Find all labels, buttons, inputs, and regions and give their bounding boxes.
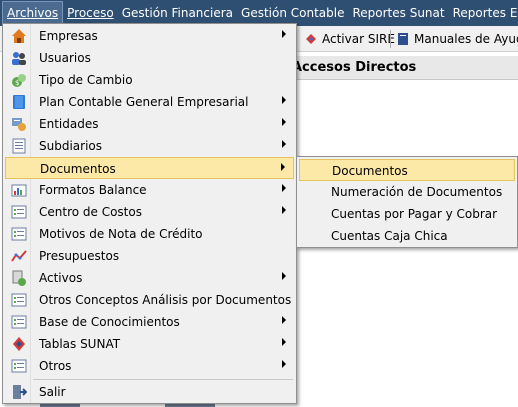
submenu-item-documentos[interactable]: Documentos xyxy=(299,159,515,181)
menu-reportes-sunat[interactable]: Reportes Sunat xyxy=(348,1,448,25)
submenu-item-cuentas-caja-chica[interactable]: Cuentas Caja Chica xyxy=(299,225,515,247)
menu-separator xyxy=(33,379,293,380)
submenu-arrow-icon xyxy=(282,30,286,38)
documentos-submenu: Documentos Numeración de Documentos Cuen… xyxy=(296,156,518,248)
submenu-arrow-icon xyxy=(282,118,286,126)
menu-gestion-financiera[interactable]: Gestión Financiera xyxy=(118,1,237,25)
menu-proceso[interactable]: Proceso xyxy=(63,1,118,25)
menu-item-otros[interactable]: Otros xyxy=(5,355,294,377)
menu-gestion-contable[interactable]: Gestión Contable xyxy=(237,1,348,25)
svg-text:$: $ xyxy=(15,79,19,87)
list-icon xyxy=(11,205,27,219)
submenu-item-cuentas-pagar-cobrar[interactable]: Cuentas por Pagar y Cobrar xyxy=(299,203,515,225)
list-icon xyxy=(11,293,27,307)
archivos-dropdown: Empresas Usuarios $ Tipo de Cambio Plan … xyxy=(2,23,297,404)
menu-item-tablas-sunat[interactable]: Tablas SUNAT xyxy=(5,333,294,355)
submenu-arrow-icon xyxy=(282,96,286,104)
submenu-arrow-icon xyxy=(281,163,285,171)
panel-title: Accesos Directos xyxy=(282,56,518,80)
activar-sire-button[interactable]: Activar SIRE xyxy=(304,30,395,48)
menu-item-subdiarios[interactable]: Subdiarios xyxy=(5,135,294,157)
exchange-icon: $ xyxy=(12,74,26,87)
menu-item-tipo-de-cambio[interactable]: $ Tipo de Cambio xyxy=(5,69,294,91)
menu-item-activos[interactable]: Activos xyxy=(5,267,294,289)
menu-item-formatos-balance[interactable]: Formatos Balance xyxy=(5,179,294,201)
menu-item-motivos-nota-credito[interactable]: Motivos de Nota de Crédito xyxy=(5,223,294,245)
manual-book-icon xyxy=(398,33,408,45)
list-icon xyxy=(11,227,27,241)
sunat-icon xyxy=(13,337,25,351)
home-icon xyxy=(12,29,26,43)
submenu-arrow-icon xyxy=(282,206,286,214)
sire-icon xyxy=(306,34,316,44)
toolbar-separator xyxy=(390,30,391,48)
chart-icon xyxy=(11,250,27,262)
manuales-button[interactable]: Manuales de Ayuda xyxy=(396,30,518,48)
submenu-arrow-icon xyxy=(282,360,286,368)
list-icon xyxy=(11,315,27,329)
entities-icon xyxy=(12,118,26,131)
list-icon xyxy=(11,359,27,373)
menu-item-entidades[interactable]: Entidades xyxy=(5,113,294,135)
users-icon xyxy=(12,52,26,65)
submenu-arrow-icon xyxy=(282,338,286,346)
menu-item-otros-conceptos[interactable]: Otros Conceptos Análisis por Documentos xyxy=(5,289,294,311)
journal-icon xyxy=(12,138,26,154)
menu-item-plan-contable[interactable]: Plan Contable General Empresarial xyxy=(5,91,294,113)
menu-item-documentos[interactable]: Documentos xyxy=(5,157,294,179)
menu-item-centro-de-costos[interactable]: Centro de Costos xyxy=(5,201,294,223)
book-icon xyxy=(13,95,25,109)
exit-icon xyxy=(13,385,27,399)
submenu-arrow-icon xyxy=(282,316,286,324)
menu-item-empresas[interactable]: Empresas xyxy=(5,25,294,47)
submenu-arrow-icon xyxy=(282,272,286,280)
menu-item-presupuestos[interactable]: Presupuestos xyxy=(5,245,294,267)
submenu-arrow-icon xyxy=(282,140,286,148)
submenu-arrow-icon xyxy=(282,184,286,192)
submenu-item-numeracion[interactable]: Numeración de Documentos xyxy=(299,181,515,203)
menu-reportes-enterprise[interactable]: Reportes Enterp xyxy=(449,1,518,25)
balance-icon xyxy=(11,184,27,197)
menu-item-base-conocimientos[interactable]: Base de Conocimientos xyxy=(5,311,294,333)
menu-item-usuarios[interactable]: Usuarios xyxy=(5,47,294,69)
assets-icon xyxy=(12,270,26,286)
menu-archivos[interactable]: Archivos xyxy=(2,1,64,25)
menu-item-salir[interactable]: Salir xyxy=(5,381,294,403)
